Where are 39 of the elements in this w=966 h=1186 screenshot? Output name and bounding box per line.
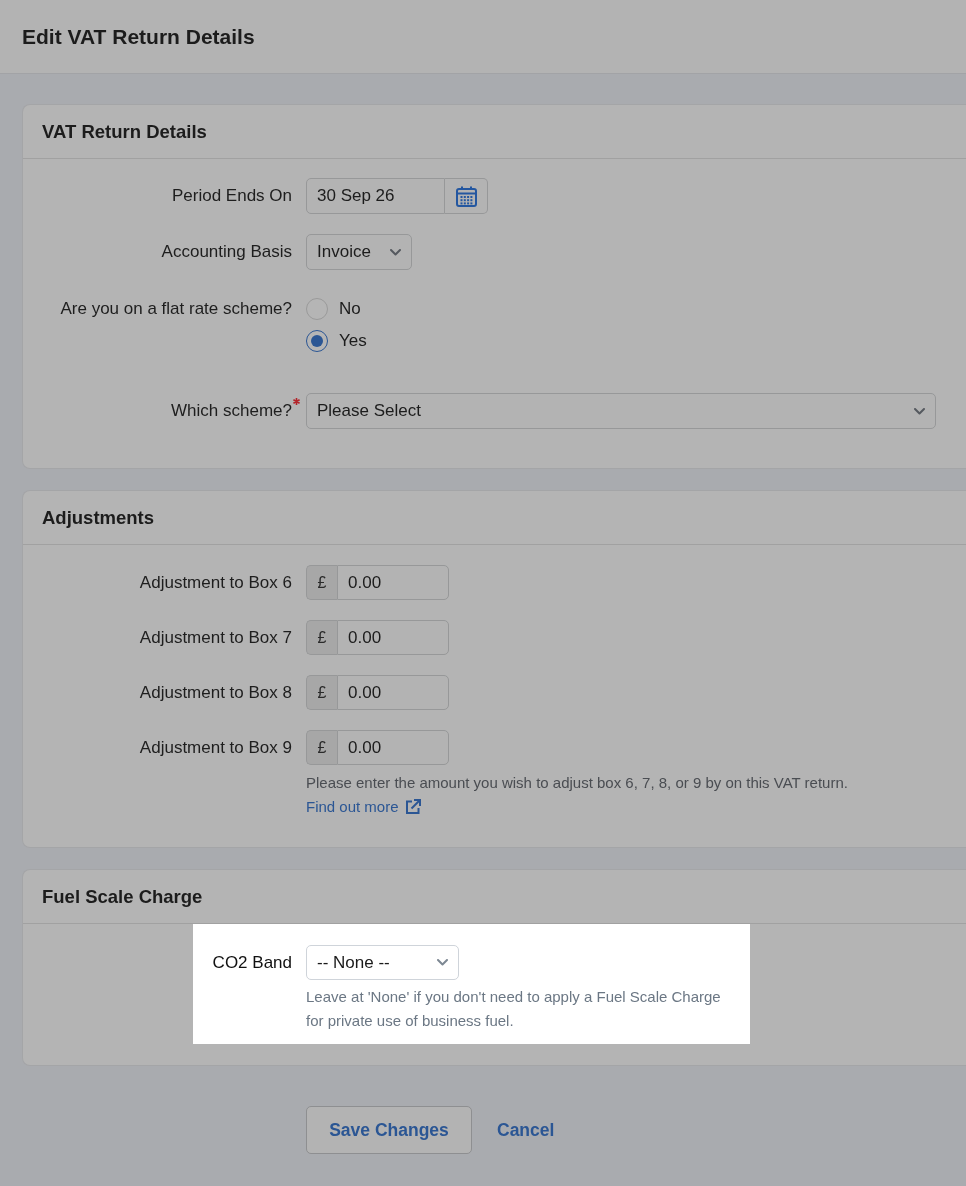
- help-text: Please enter the amount you wish to adjust box 6, 7, 8, or 9 by on this VAT return.: [306, 773, 848, 793]
- field-label: Are you on a flat rate scheme?: [59, 298, 292, 320]
- select-dropdown[interactable]: Invoice: [306, 234, 412, 270]
- section-title: Adjustments: [42, 506, 155, 529]
- field-label: Adjustment to Box 7: [138, 627, 292, 648]
- chevron-down-icon: [390, 248, 401, 256]
- find-out-more-link[interactable]: Find out more: [306, 795, 421, 819]
- section-title: Fuel Scale Charge: [42, 885, 203, 908]
- field-label: Accounting Basis: [160, 242, 292, 262]
- amount-field[interactable]: 0.00: [337, 730, 449, 765]
- field-label: Which scheme?: [171, 401, 292, 421]
- chevron-down-icon: [437, 959, 448, 966]
- amount-field[interactable]: 0.00: [337, 565, 449, 600]
- section-title: VAT Return Details: [42, 120, 207, 143]
- field-label: Period Ends On: [171, 186, 292, 206]
- select-dropdown[interactable]: Please Select: [306, 393, 936, 429]
- currency-symbol: £: [306, 620, 337, 655]
- amount-field[interactable]: 0.00: [337, 675, 449, 710]
- chevron-down-icon: [914, 407, 925, 415]
- radio-button[interactable]: [306, 298, 328, 320]
- currency-symbol: £: [306, 565, 337, 600]
- help-text: Leave at 'None' if you don't need to apply a Fuel Scale Charge for private use of business fuel.: [306, 987, 722, 1031]
- field-label: CO2 Band: [211, 952, 292, 973]
- save-button[interactable]: Save Changes: [306, 1106, 472, 1154]
- amount-field[interactable]: 0.00: [337, 620, 449, 655]
- calendar-icon: [455, 185, 477, 207]
- currency-symbol: £: [306, 730, 337, 765]
- radio-label: No: [339, 299, 361, 319]
- field-label: Adjustment to Box 9: [138, 737, 292, 758]
- field-label: Adjustment to Box 8: [138, 682, 292, 703]
- calendar-button[interactable]: [445, 178, 488, 214]
- date-field[interactable]: 30 Sep 26: [306, 178, 445, 214]
- radio-label: Yes: [339, 331, 367, 351]
- currency-symbol: £: [306, 675, 337, 710]
- radio-button[interactable]: [306, 330, 328, 352]
- select-dropdown[interactable]: -- None --: [306, 945, 459, 980]
- external-link-icon: [404, 799, 421, 815]
- page-title: Edit VAT Return Details: [22, 24, 255, 49]
- field-label: Adjustment to Box 6: [138, 572, 292, 593]
